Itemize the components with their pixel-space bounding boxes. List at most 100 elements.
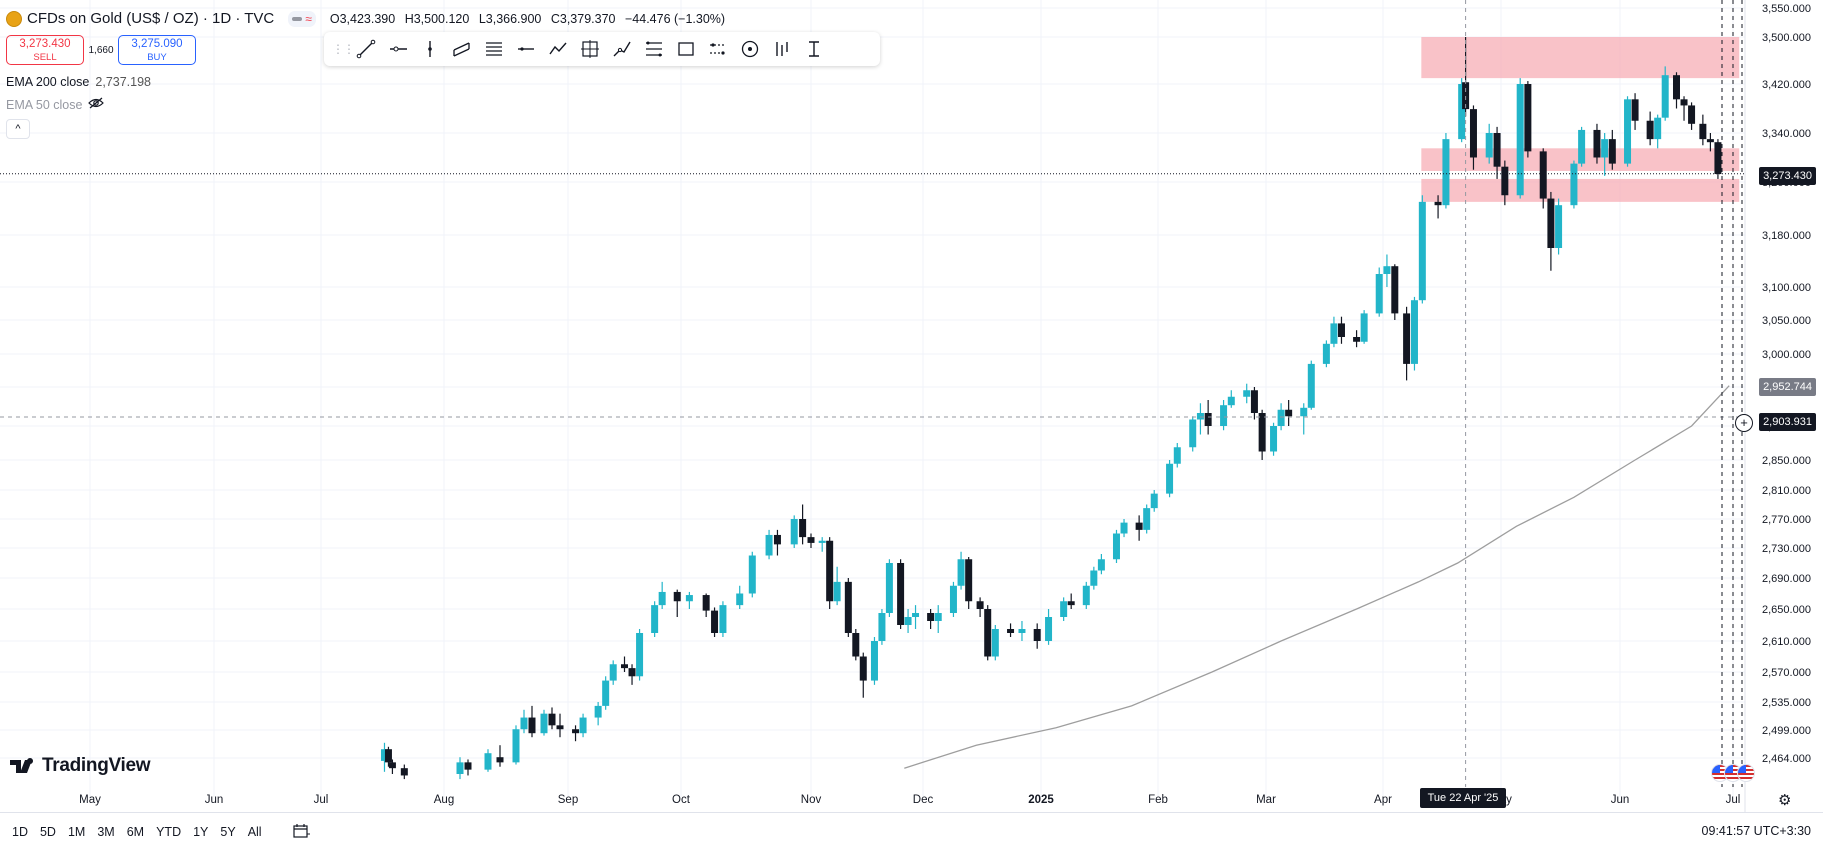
path-icon[interactable]: [542, 34, 574, 64]
candle-body[interactable]: [1469, 109, 1477, 158]
candle-body[interactable]: [1150, 493, 1158, 509]
candle-body[interactable]: [572, 729, 580, 734]
candle-body[interactable]: [1539, 151, 1547, 199]
candle-body[interactable]: [1220, 405, 1228, 426]
candle-body[interactable]: [1593, 129, 1601, 158]
range-5d[interactable]: 5D: [40, 825, 56, 839]
candle-body[interactable]: [1688, 105, 1696, 124]
candle-body[interactable]: [1353, 337, 1361, 342]
symbol-title[interactable]: CFDs on Gold (US$ / OZ) · 1D · TVC: [27, 10, 274, 27]
candle-body[interactable]: [540, 713, 548, 734]
candle-body[interactable]: [484, 753, 492, 770]
candle-body[interactable]: [852, 633, 860, 657]
candle-body[interactable]: [736, 593, 744, 606]
horizontal-ray-icon[interactable]: [382, 34, 414, 64]
pitchfork-icon[interactable]: [478, 34, 510, 64]
candle-body[interactable]: [1699, 123, 1707, 140]
candle-body[interactable]: [464, 762, 472, 770]
candle-body[interactable]: [1555, 205, 1563, 248]
candle-body[interactable]: [1434, 201, 1442, 206]
candle-body[interactable]: [949, 585, 957, 613]
vertical-line-icon[interactable]: [414, 34, 446, 64]
candle-body[interactable]: [658, 591, 666, 606]
candle-body[interactable]: [520, 717, 528, 730]
candle-body[interactable]: [1082, 585, 1090, 606]
candle-body[interactable]: [1307, 363, 1315, 408]
candle-body[interactable]: [548, 713, 556, 726]
candle-body[interactable]: [1493, 133, 1501, 167]
candle-body[interactable]: [1285, 409, 1293, 417]
long-position-icon[interactable]: [702, 34, 734, 64]
date-price-range-icon[interactable]: [574, 34, 606, 64]
candle-body[interactable]: [496, 757, 504, 763]
candle-body[interactable]: [1300, 407, 1308, 417]
candle-body[interactable]: [885, 563, 893, 613]
candle-body[interactable]: [1033, 629, 1041, 641]
candle-body[interactable]: [512, 729, 520, 763]
candle-body[interactable]: [1631, 99, 1639, 121]
candle-body[interactable]: [719, 605, 727, 633]
candle-body[interactable]: [1547, 198, 1555, 248]
candle-body[interactable]: [579, 717, 587, 734]
candle-body[interactable]: [1360, 313, 1368, 342]
candle-body[interactable]: [965, 559, 973, 602]
price-axis-bg[interactable]: [1745, 0, 1823, 812]
candle-body[interactable]: [1442, 139, 1450, 206]
candle-body[interactable]: [1322, 343, 1330, 364]
candle-body[interactable]: [1524, 84, 1532, 152]
candle-body[interactable]: [748, 555, 756, 594]
candle-body[interactable]: [870, 641, 878, 681]
candle-body[interactable]: [1680, 99, 1688, 106]
range-1m[interactable]: 1M: [68, 825, 85, 839]
candle-body[interactable]: [1173, 447, 1181, 464]
candle-body[interactable]: [765, 534, 773, 556]
candle-body[interactable]: [1418, 201, 1426, 301]
candle-body[interactable]: [878, 613, 886, 641]
candle-body[interactable]: [799, 519, 807, 538]
candle-body[interactable]: [859, 656, 867, 681]
drag-handle-icon[interactable]: ⋮⋮: [332, 42, 355, 56]
candle-body[interactable]: [976, 601, 984, 609]
candle-body[interactable]: [1270, 426, 1278, 452]
candle-body[interactable]: [1646, 120, 1654, 140]
candle-body[interactable]: [621, 664, 628, 669]
candle-body[interactable]: [1112, 533, 1120, 560]
candle-body[interactable]: [833, 581, 841, 602]
candle-body[interactable]: [1243, 390, 1251, 397]
utc-clock[interactable]: 09:41:57 UTC+3:30: [1702, 824, 1811, 838]
parallel-channel-icon[interactable]: [446, 34, 478, 64]
candle-body[interactable]: [384, 749, 392, 763]
candle-body[interactable]: [1135, 522, 1143, 530]
candle-body[interactable]: [912, 613, 920, 617]
candle-body[interactable]: [456, 762, 464, 774]
candle-body[interactable]: [1196, 413, 1204, 420]
candle-body[interactable]: [1391, 266, 1399, 314]
candle-body[interactable]: [1277, 409, 1285, 426]
candle-body[interactable]: [934, 613, 942, 621]
candle-body[interactable]: [991, 629, 999, 657]
bar-pattern-icon[interactable]: [766, 34, 798, 64]
candle-body[interactable]: [1578, 129, 1586, 164]
candle-body[interactable]: [636, 633, 644, 677]
candle-body[interactable]: [1258, 413, 1266, 452]
ema50-legend[interactable]: EMA 50 close: [6, 97, 105, 112]
candle-body[interactable]: [927, 613, 935, 621]
candle-body[interactable]: [651, 605, 659, 633]
range-1y[interactable]: 1Y: [193, 825, 208, 839]
range-1d[interactable]: 1D: [12, 825, 28, 839]
candle-body[interactable]: [594, 705, 602, 718]
candle-body[interactable]: [628, 668, 636, 677]
candle-body[interactable]: [1673, 75, 1680, 100]
candle-body[interactable]: [1624, 99, 1632, 164]
candle-body[interactable]: [1330, 323, 1338, 344]
price-chart[interactable]: 3,550.0003,500.0003,420.0003,340.0003,26…: [0, 0, 1823, 812]
candle-body[interactable]: [685, 595, 693, 602]
market-status-pill[interactable]: ≈: [288, 10, 316, 27]
horizontal-line-icon[interactable]: [510, 34, 542, 64]
range-3m[interactable]: 3M: [97, 825, 114, 839]
candle-body[interactable]: [1189, 419, 1197, 448]
price-zone[interactable]: [1421, 178, 1740, 202]
candle-body[interactable]: [957, 559, 965, 586]
candle-body[interactable]: [1661, 75, 1669, 118]
circle-icon[interactable]: [734, 34, 766, 64]
